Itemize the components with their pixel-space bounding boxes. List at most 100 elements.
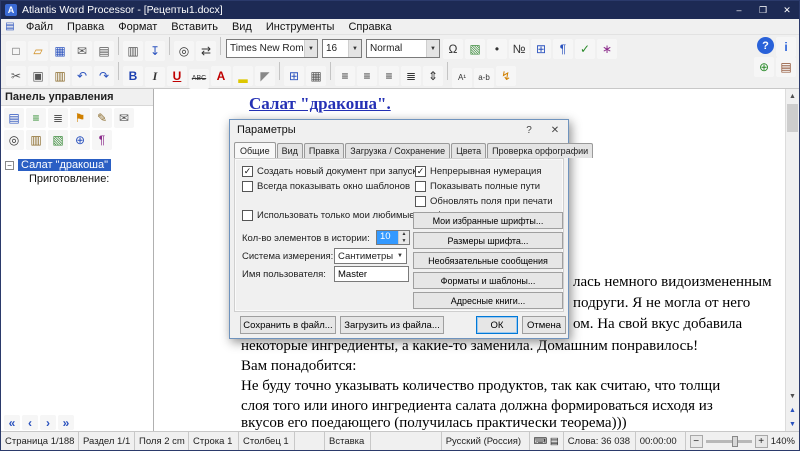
panel-mail-icon[interactable]: ✉: [114, 108, 134, 128]
load-from-file-button[interactable]: Загрузить из файла...: [340, 316, 444, 334]
cut-icon[interactable]: ✂: [6, 66, 26, 86]
prev-page-icon[interactable]: ‹: [22, 415, 38, 430]
measurement-system-combo[interactable]: Сантиметры ▼: [334, 248, 407, 264]
bold-icon[interactable]: B: [123, 66, 143, 86]
tab-view[interactable]: Вид: [277, 143, 303, 158]
scroll-down-icon[interactable]: ▼: [786, 389, 799, 403]
tree-expander-icon[interactable]: −: [5, 161, 14, 170]
checkbox-update-fields-on-print[interactable]: Обновлять поля при печати: [415, 196, 553, 207]
style-combo[interactable]: Normal ▼: [366, 39, 440, 58]
favorite-fonts-button[interactable]: Мои избранные шрифты...: [413, 212, 563, 229]
print-preview-icon[interactable]: ▥: [123, 41, 143, 61]
next-page-icon[interactable]: ›: [40, 415, 56, 430]
panel-search-icon[interactable]: ◎: [4, 130, 24, 150]
eraser-icon[interactable]: ◤: [255, 66, 275, 86]
help-icon[interactable]: ?: [757, 37, 774, 54]
align-left-icon[interactable]: ≡: [335, 66, 355, 86]
optional-messages-button[interactable]: Необязательные сообщения: [413, 252, 563, 269]
paste-icon[interactable]: ▥: [50, 66, 70, 86]
panel-images-icon[interactable]: ▧: [48, 130, 68, 150]
cancel-button[interactable]: Отмена: [522, 316, 566, 334]
formats-templates-button[interactable]: Форматы и шаблоны...: [413, 272, 563, 289]
undo-icon[interactable]: ↶: [72, 66, 92, 86]
bullets-icon[interactable]: •: [487, 39, 507, 59]
tree-item-preparation[interactable]: Приготовление:: [1, 172, 153, 186]
save-icon[interactable]: ▦: [50, 41, 70, 61]
checkbox-continuous-numbering[interactable]: ✓ Непрерывная нумерация: [415, 166, 542, 177]
font-size-combo[interactable]: 16 ▼: [322, 39, 362, 58]
checkbox-show-full-paths[interactable]: Показывать полные пути: [415, 181, 540, 192]
numbering-icon[interactable]: №: [509, 39, 529, 59]
first-page-icon[interactable]: «: [4, 415, 20, 430]
font-name-combo[interactable]: Times New Roman ▼: [226, 39, 318, 58]
underline-icon[interactable]: U: [167, 66, 187, 86]
panel-links-icon[interactable]: ⊕: [70, 130, 90, 150]
maximize-button[interactable]: ❒: [751, 1, 775, 19]
copy-icon[interactable]: ▣: [28, 66, 48, 86]
replace-icon[interactable]: ⇄: [196, 41, 216, 61]
open-icon[interactable]: ▱: [28, 41, 48, 61]
symbol-icon[interactable]: Ω: [443, 39, 463, 59]
panel-outline-icon[interactable]: ≣: [48, 108, 68, 128]
export-icon[interactable]: ↧: [145, 41, 165, 61]
tab-general[interactable]: Общие: [234, 142, 276, 159]
italic-icon[interactable]: I: [145, 67, 165, 87]
redo-icon[interactable]: ↷: [94, 66, 114, 86]
info-icon[interactable]: i: [776, 37, 796, 57]
insert-table-icon[interactable]: ⊞: [531, 39, 551, 59]
align-center-icon[interactable]: ≡: [357, 66, 377, 86]
new-document-icon[interactable]: □: [6, 41, 26, 61]
print-icon[interactable]: ▤: [94, 41, 114, 61]
save-to-file-button[interactable]: Сохранить в файл...: [240, 316, 336, 334]
find-icon[interactable]: ◎: [174, 41, 194, 61]
username-field[interactable]: [334, 266, 409, 282]
history-count-spinner[interactable]: 10 ▲▼: [376, 230, 410, 245]
checkbox-create-new-document[interactable]: ✓ Создать новый документ при запуске: [242, 166, 422, 177]
checkbox-always-show-templates[interactable]: Всегда показывать окно шаблонов: [242, 181, 410, 192]
menu-tools[interactable]: Инструменты: [259, 20, 342, 34]
menu-edit[interactable]: Правка: [60, 20, 111, 34]
highlight-icon[interactable]: ▂: [233, 66, 253, 86]
zoom-in-button[interactable]: +: [755, 435, 768, 448]
superscript-icon[interactable]: A¹: [452, 68, 472, 88]
hyphenation-icon[interactable]: a-b: [474, 68, 494, 88]
menu-view[interactable]: Вид: [225, 20, 259, 34]
font-sizes-button[interactable]: Размеры шрифта...: [413, 232, 563, 249]
insert-image-icon[interactable]: ▧: [465, 39, 485, 59]
last-page-icon[interactable]: »: [58, 415, 74, 430]
dialog-help-button[interactable]: ?: [516, 120, 542, 140]
browse-next-icon[interactable]: ▼: [786, 417, 799, 431]
tab-edit[interactable]: Правка: [304, 143, 344, 158]
addons-icon[interactable]: ▤: [776, 57, 796, 77]
formatting-marks-icon[interactable]: ¶: [553, 39, 573, 59]
dialog-close-button[interactable]: ✕: [542, 120, 568, 140]
spinner-down-icon[interactable]: ▼: [399, 238, 409, 245]
status-language[interactable]: Русский (Россия): [442, 432, 530, 450]
strikethrough-icon[interactable]: ABC: [189, 69, 209, 89]
menu-format[interactable]: Формат: [111, 20, 164, 34]
font-color-icon[interactable]: A: [211, 66, 231, 86]
vertical-scrollbar[interactable]: ▲ ▼ ▲ ▼: [785, 89, 799, 431]
panel-notes-icon[interactable]: ✎: [92, 108, 112, 128]
tab-spelling[interactable]: Проверка орфографии: [487, 143, 593, 158]
scrollbar-thumb[interactable]: [787, 104, 798, 132]
panel-marks-icon[interactable]: ¶: [92, 130, 112, 150]
browse-previous-icon[interactable]: ▲: [786, 403, 799, 417]
align-right-icon[interactable]: ≡: [379, 66, 399, 86]
menu-help[interactable]: Справка: [341, 20, 398, 34]
line-spacing-icon[interactable]: ⇕: [423, 66, 443, 86]
table-icon[interactable]: ⊞: [284, 66, 304, 86]
spellcheck-icon[interactable]: ✓: [575, 39, 595, 59]
panel-bookmarks-icon[interactable]: ⚑: [70, 108, 90, 128]
zoom-slider[interactable]: [706, 440, 752, 443]
zoom-out-button[interactable]: −: [690, 435, 703, 448]
panel-documents-icon[interactable]: ▤: [4, 108, 24, 128]
web-icon[interactable]: ⊕: [754, 57, 774, 77]
ok-button[interactable]: ОК: [476, 316, 518, 334]
tab-load-save[interactable]: Загрузка / Сохранение: [345, 143, 450, 158]
tree-item-salad[interactable]: Салат "дракоша": [18, 159, 111, 171]
panel-clipboard-icon[interactable]: ▥: [26, 130, 46, 150]
menu-insert[interactable]: Вставить: [164, 20, 225, 34]
scroll-up-icon[interactable]: ▲: [786, 89, 799, 103]
status-insert-mode[interactable]: Вставка: [325, 432, 371, 450]
